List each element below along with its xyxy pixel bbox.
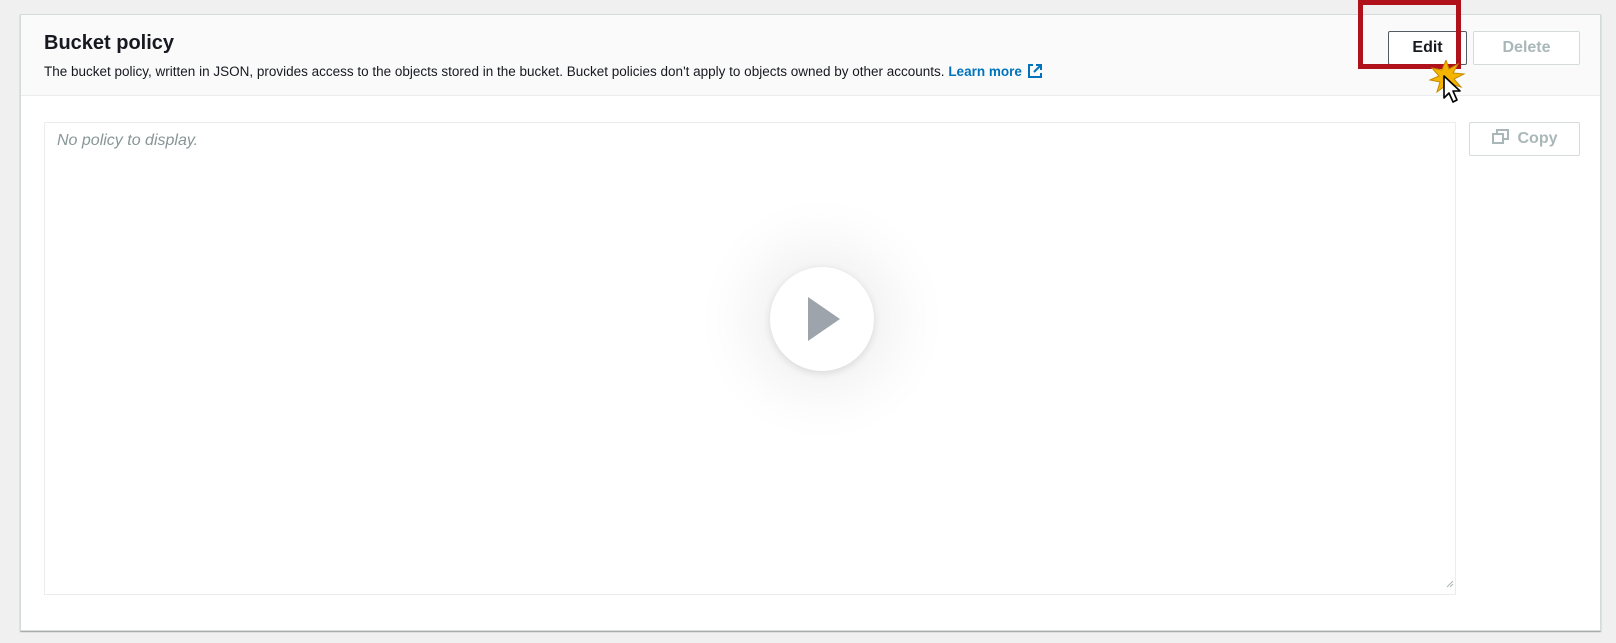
policy-viewer[interactable]: No policy to display.	[44, 122, 1456, 595]
learn-more-link[interactable]: Learn more	[948, 64, 1043, 79]
copy-label: Copy	[1517, 130, 1558, 147]
edit-highlight-box	[1358, 0, 1461, 69]
learn-more-label: Learn more	[948, 64, 1022, 79]
policy-placeholder: No policy to display.	[57, 132, 199, 149]
panel-description: The bucket policy, written in JSON, prov…	[44, 63, 1043, 82]
external-link-icon	[1027, 63, 1043, 82]
delete-button[interactable]: Delete	[1473, 31, 1580, 65]
play-icon[interactable]	[770, 267, 874, 371]
description-text: The bucket policy, written in JSON, prov…	[44, 64, 949, 79]
page-title: Bucket policy	[44, 32, 175, 54]
resize-grip-icon[interactable]	[1446, 575, 1454, 593]
arrow-cursor-icon	[1426, 58, 1476, 115]
copy-icon	[1491, 129, 1509, 149]
copy-button[interactable]: Copy	[1469, 122, 1580, 156]
